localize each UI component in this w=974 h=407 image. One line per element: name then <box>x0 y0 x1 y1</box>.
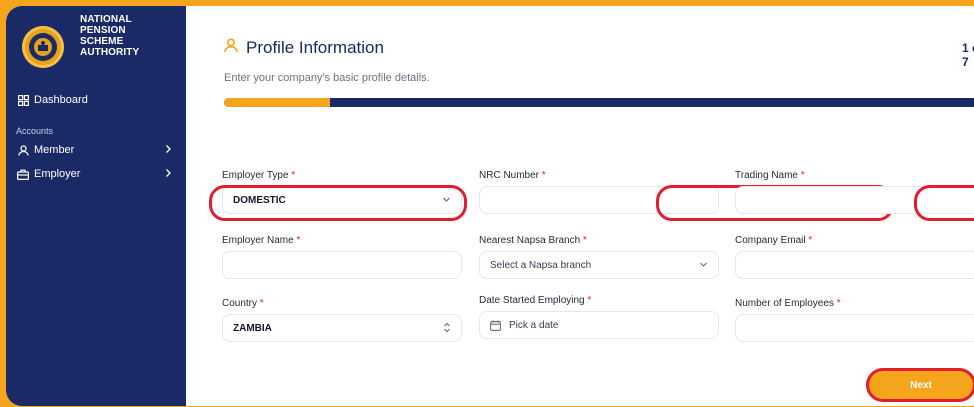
brand: NATIONAL PENSION SCHEME AUTHORITY <box>6 6 186 80</box>
page-header: Profile Information <box>224 38 384 58</box>
main-content: Profile Information 1 of 7 Enter your co… <box>186 6 974 406</box>
chevron-right-icon <box>165 144 172 157</box>
sidebar-item-label: Employer <box>34 168 81 180</box>
org-name-line: NATIONAL <box>80 14 132 25</box>
field-label: Number of Employees * <box>735 298 841 309</box>
field-label: Employer Name * <box>222 235 301 246</box>
field-label: Nearest Napsa Branch * <box>479 235 587 246</box>
napsa-branch-field: Nearest Napsa Branch * Select a Napsa br… <box>479 235 719 279</box>
sidebar-item-employer[interactable]: Employer <box>6 162 186 186</box>
field-label: Date Started Employing * <box>479 295 592 306</box>
employer-name-field: Employer Name * <box>222 235 462 279</box>
employer-type-field: Employer Type * DOMESTIC <box>222 170 462 214</box>
date-started-field: Date Started Employing * Pick a date <box>479 295 719 339</box>
sidebar-item-label: Member <box>34 144 75 156</box>
page-title: Profile Information <box>246 38 384 57</box>
chevron-right-icon <box>165 168 172 181</box>
company-email-field: Company Email * <box>735 235 974 279</box>
nrc-number-field: NRC Number * <box>479 170 719 214</box>
trading-name-field: Trading Name * <box>735 170 974 214</box>
calendar-icon <box>490 319 501 331</box>
chevron-down-icon <box>699 260 708 272</box>
num-employees-field: Number of Employees * <box>735 298 974 342</box>
user-icon <box>16 143 30 157</box>
next-button[interactable]: Next <box>866 368 974 402</box>
sidebar: NATIONAL PENSION SCHEME AUTHORITY Dashbo… <box>6 6 186 406</box>
sidebar-item-member[interactable]: Member <box>6 138 186 162</box>
highlight-ring <box>209 185 467 221</box>
country-select[interactable]: ZAMBIA <box>222 314 462 342</box>
highlight-ring <box>914 185 974 221</box>
company-email-input[interactable] <box>735 251 974 279</box>
field-label: Employer Type * <box>222 170 296 181</box>
org-name-line: AUTHORITY <box>80 47 140 58</box>
date-picker-button[interactable]: Pick a date <box>479 311 719 339</box>
employer-name-input[interactable] <box>222 251 462 279</box>
briefcase-icon <box>16 167 30 181</box>
napsa-logo <box>22 26 64 68</box>
progress-fill <box>224 98 331 107</box>
progress-bar <box>224 98 974 107</box>
org-name: NATIONAL PENSION SCHEME AUTHORITY <box>80 14 139 58</box>
step-indicator: 1 of 7 <box>962 41 974 69</box>
sidebar-item-dashboard[interactable]: Dashboard <box>6 88 186 112</box>
section-label-accounts: Accounts <box>16 126 54 136</box>
field-label: Company Email * <box>735 235 813 246</box>
num-employees-input[interactable] <box>735 314 974 342</box>
country-field: Country * ZAMBIA <box>222 298 462 342</box>
napsa-branch-placeholder: Select a Napsa branch <box>490 259 592 271</box>
org-name-line: PENSION <box>80 25 126 36</box>
grid-icon <box>16 93 30 107</box>
field-label: Trading Name * <box>735 170 805 181</box>
chevron-updown-icon <box>443 322 451 336</box>
page-subtitle: Enter your company's basic profile detai… <box>224 72 430 84</box>
org-name-line: SCHEME <box>80 36 124 47</box>
napsa-branch-select[interactable]: Select a Napsa branch <box>479 251 719 279</box>
sidebar-item-label: Dashboard <box>34 94 88 106</box>
app-window: NATIONAL PENSION SCHEME AUTHORITY Dashbo… <box>6 6 974 406</box>
field-label: NRC Number * <box>479 170 546 181</box>
date-placeholder: Pick a date <box>509 319 559 331</box>
field-label: Country * <box>222 298 264 309</box>
user-icon <box>224 38 238 58</box>
country-value: ZAMBIA <box>233 322 272 334</box>
